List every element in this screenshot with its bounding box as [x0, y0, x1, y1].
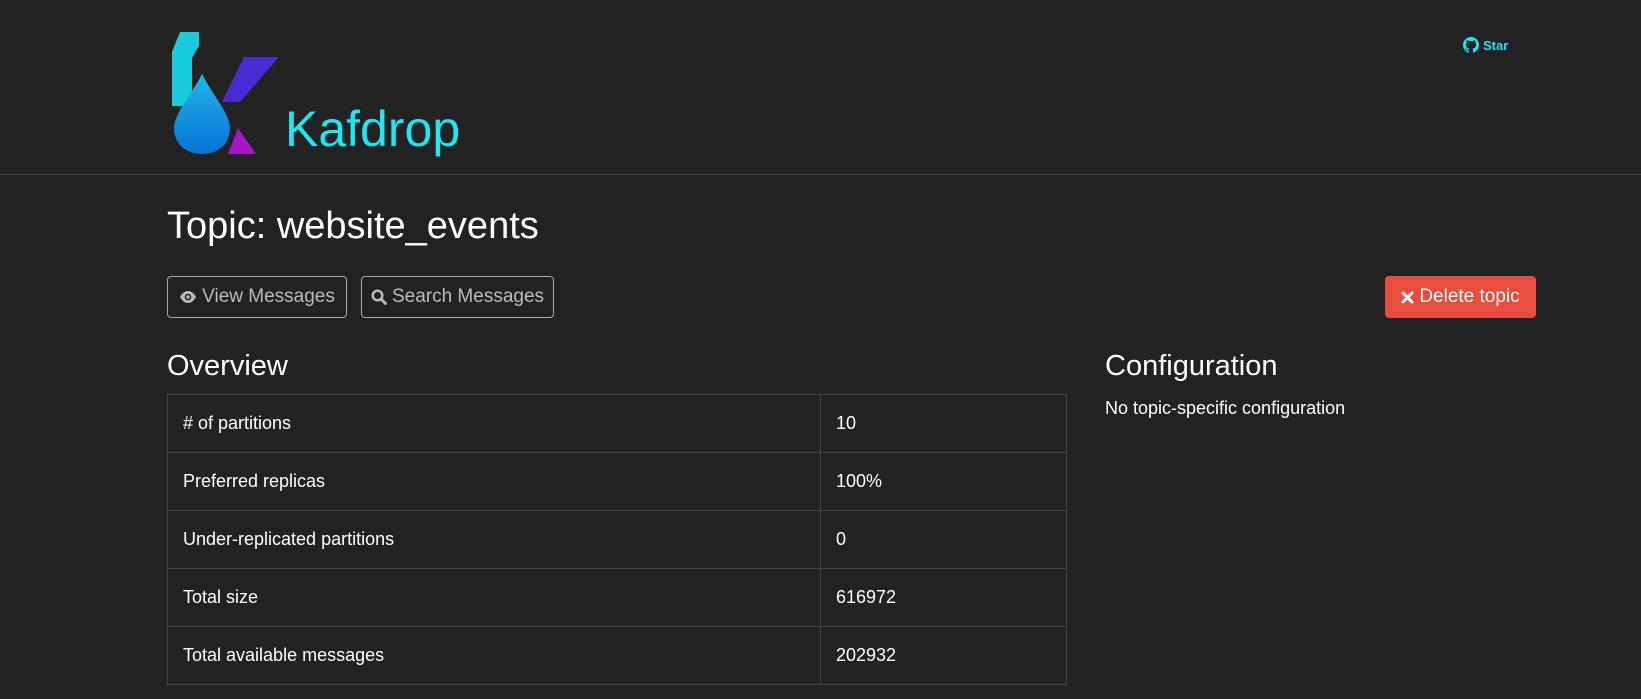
under-replicated-key: Under-replicated partitions — [167, 510, 821, 569]
github-star-button[interactable]: Star — [1463, 37, 1508, 53]
search-icon — [371, 289, 387, 305]
overview-table: # of partitions 10 Preferred replicas 10… — [167, 394, 1067, 685]
total-size-key: Total size — [167, 568, 821, 627]
preferred-replicas-key: Preferred replicas — [167, 452, 821, 511]
configuration-text: No topic-specific configuration — [1105, 398, 1346, 418]
view-messages-label: View Messages — [202, 286, 335, 307]
partitions-value: 10 — [820, 394, 1067, 453]
overview-heading: Overview — [167, 350, 288, 382]
table-row: Under-replicated partitions 0 — [167, 510, 1067, 569]
configuration-heading: Configuration — [1105, 350, 1278, 382]
preferred-replicas-value: 100% — [820, 452, 1067, 511]
page-title: Topic: website_events — [167, 205, 539, 247]
delete-topic-button[interactable]: Delete topic — [1385, 276, 1536, 318]
partitions-key: # of partitions — [167, 394, 821, 453]
total-size-value: 616972 — [820, 568, 1067, 627]
search-messages-button[interactable]: Search Messages — [361, 276, 554, 318]
kafdrop-logo-icon[interactable] — [172, 32, 282, 154]
view-messages-button[interactable]: View Messages — [167, 276, 347, 318]
search-messages-label: Search Messages — [391, 286, 545, 307]
app-header: Kafdrop Star — [0, 0, 1641, 175]
close-icon — [1401, 291, 1414, 303]
table-row: Total size 616972 — [167, 568, 1067, 627]
brand-name[interactable]: Kafdrop — [285, 104, 460, 154]
table-row: Preferred replicas 100% — [167, 452, 1067, 511]
eye-icon — [180, 291, 197, 303]
star-label: Star — [1483, 37, 1509, 53]
under-replicated-value: 0 — [820, 510, 1067, 569]
delete-topic-label: Delete topic — [1419, 286, 1520, 307]
github-icon — [1463, 37, 1479, 53]
total-messages-key: Total available messages — [167, 626, 821, 685]
table-row: Total available messages 202932 — [167, 626, 1067, 685]
table-row: # of partitions 10 — [167, 394, 1067, 453]
total-messages-value: 202932 — [820, 626, 1067, 685]
